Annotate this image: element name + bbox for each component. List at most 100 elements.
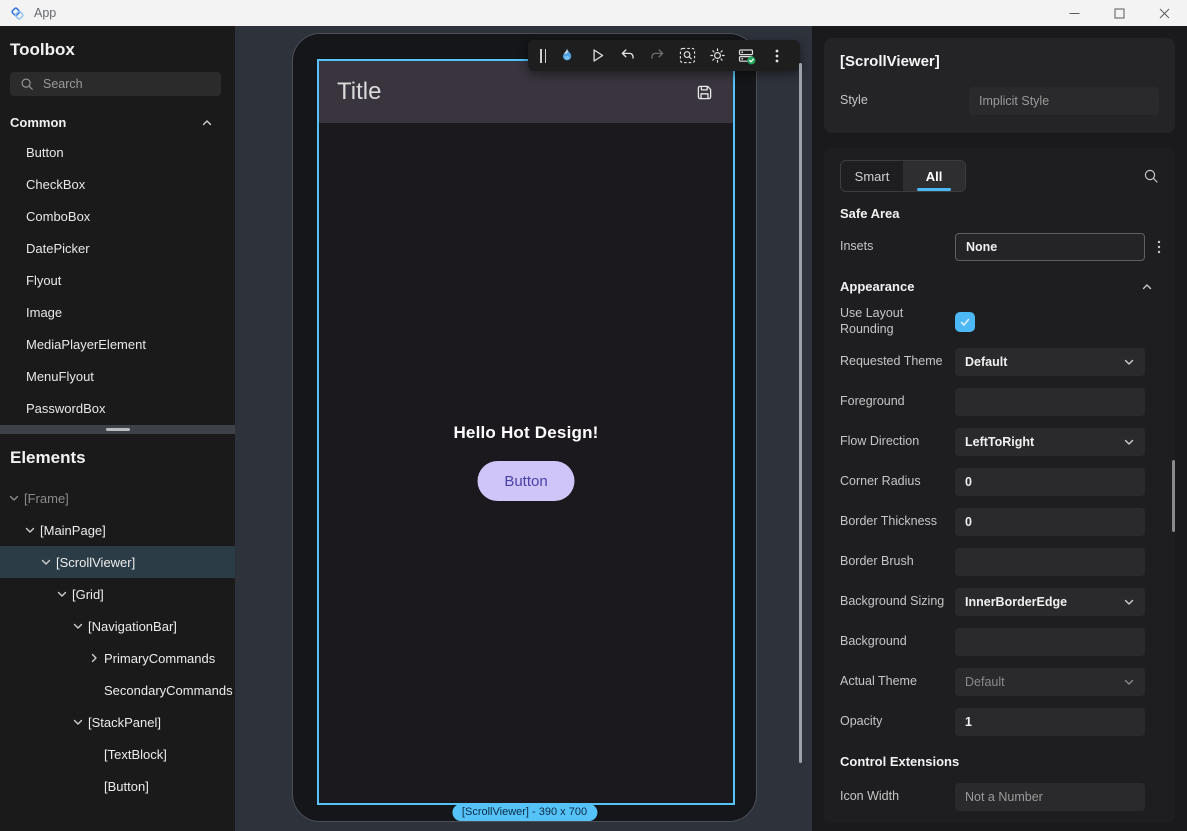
search-input[interactable] <box>43 77 193 91</box>
chevron-down-icon <box>1123 436 1135 448</box>
tab-segmented-control: Smart All <box>840 160 966 192</box>
chevron-down-icon[interactable] <box>40 556 52 568</box>
prop-row-corner-radius: Corner Radius <box>824 462 1175 502</box>
tree-item-scrollviewer-selected[interactable]: [ScrollViewer] <box>0 546 235 578</box>
use-layout-rounding-checkbox[interactable] <box>955 312 975 332</box>
tree-item-label: [StackPanel] <box>88 715 161 730</box>
undo-icon[interactable] <box>612 40 642 71</box>
tree-item-mainpage[interactable]: [MainPage] <box>0 514 235 546</box>
chevron-down-icon <box>1123 356 1135 368</box>
opacity-input[interactable] <box>955 708 1145 736</box>
prop-row-opacity: Opacity <box>824 702 1175 742</box>
tree-item-secondarycommands[interactable]: SecondaryCommands <box>0 674 235 706</box>
canvas-vertical-scrollbar[interactable] <box>799 63 802 763</box>
elements-panel: Elements [Frame] [MainPage] [ScrollViewe… <box>0 434 235 831</box>
maximize-button[interactable] <box>1097 0 1142 26</box>
chevron-down-icon[interactable] <box>8 492 20 504</box>
prop-row-foreground: Foreground <box>824 382 1175 422</box>
prop-row-clipped <box>824 817 1175 823</box>
save-icon[interactable] <box>694 82 715 103</box>
toolbox-item-button[interactable]: Button <box>0 137 235 169</box>
tree-item-textblock[interactable]: [TextBlock] <box>0 738 235 770</box>
insets-label: Insets <box>840 239 955 255</box>
toolbox-item-menuflyout[interactable]: MenuFlyout <box>0 361 235 393</box>
section-appearance[interactable]: Appearance <box>824 279 1175 294</box>
tree-item-button[interactable]: [Button] <box>0 770 235 802</box>
chevron-down-icon[interactable] <box>24 524 36 536</box>
tab-all[interactable]: All <box>903 161 965 191</box>
chevron-down-icon[interactable] <box>56 588 68 600</box>
toolbox-item-mediaplayerelement[interactable]: MediaPlayerElement <box>0 329 235 361</box>
splitter-grip <box>106 428 130 431</box>
minimize-button[interactable] <box>1052 0 1097 26</box>
tree-item-navigationbar[interactable]: [NavigationBar] <box>0 610 235 642</box>
chevron-down-icon[interactable] <box>72 716 84 728</box>
app-page-title: Title <box>337 78 694 106</box>
close-button[interactable] <box>1142 0 1187 26</box>
border-thickness-input[interactable] <box>955 508 1145 536</box>
tree-item-label: SecondaryCommands <box>104 683 233 698</box>
inspector-vertical-scrollbar[interactable] <box>1172 460 1175 532</box>
background-sizing-dropdown[interactable]: InnerBorderEdge <box>955 588 1145 616</box>
foreground-input[interactable] <box>955 388 1145 416</box>
properties-card: Smart All Safe Area Insets <box>824 148 1175 823</box>
tree-item-stackpanel[interactable]: [StackPanel] <box>0 706 235 738</box>
connection-status-icon[interactable] <box>732 40 762 71</box>
left-sidebar: Toolbox Common Button CheckBox ComboBox <box>0 26 235 831</box>
panel-splitter[interactable] <box>0 425 235 434</box>
floating-toolbar <box>528 40 800 71</box>
toolbox-panel: Toolbox Common Button CheckBox ComboBox <box>0 26 235 425</box>
insets-more-icon[interactable] <box>1151 240 1167 254</box>
inspector-header-card: [ScrollViewer] Style <box>824 38 1175 133</box>
flow-direction-label: Flow Direction <box>840 434 955 450</box>
property-search-icon[interactable] <box>1143 168 1159 184</box>
window-titlebar: App <box>0 0 1187 26</box>
requested-theme-dropdown[interactable]: Default <box>955 348 1145 376</box>
prop-row-requested-theme: Requested Theme Default <box>824 342 1175 382</box>
hot-design-flame-icon[interactable] <box>552 40 582 71</box>
toolbox-item-datepicker[interactable]: DatePicker <box>0 233 235 265</box>
redo-icon[interactable] <box>642 40 672 71</box>
chevron-up-icon <box>201 117 213 129</box>
more-options-icon[interactable] <box>762 40 792 71</box>
tree-item-frame[interactable]: [Frame] <box>0 482 235 514</box>
element-picker-icon[interactable] <box>672 40 702 71</box>
toolbox-item-flyout[interactable]: Flyout <box>0 265 235 297</box>
tree-item-label: [Button] <box>104 779 149 794</box>
tab-smart[interactable]: Smart <box>841 161 903 191</box>
border-thickness-label: Border Thickness <box>840 514 955 530</box>
toolbox-item-checkbox[interactable]: CheckBox <box>0 169 235 201</box>
toolbox-item-image[interactable]: Image <box>0 297 235 329</box>
inspector-tabs: Smart All <box>824 148 1175 202</box>
chevron-right-icon[interactable] <box>88 652 100 664</box>
prop-row-insets: Insets <box>824 227 1175 267</box>
toolbox-search[interactable] <box>10 72 221 96</box>
use-layout-rounding-label: Use Layout Rounding <box>840 306 955 337</box>
property-inspector: [ScrollViewer] Style Smart All <box>812 26 1187 831</box>
toolbox-item-combobox[interactable]: ComboBox <box>0 201 235 233</box>
background-label: Background <box>840 634 955 650</box>
chevron-down-icon[interactable] <box>72 620 84 632</box>
tree-item-grid[interactable]: [Grid] <box>0 578 235 610</box>
play-icon[interactable] <box>582 40 612 71</box>
background-input[interactable] <box>955 628 1145 656</box>
border-brush-input[interactable] <box>955 548 1145 576</box>
selected-element-title: [ScrollViewer] <box>840 53 1159 70</box>
theme-toggle-sun-icon[interactable] <box>702 40 732 71</box>
icon-width-input[interactable] <box>955 783 1145 811</box>
style-input[interactable] <box>969 87 1159 115</box>
hello-heading: Hello Hot Design! <box>319 423 733 443</box>
tree-item-primarycommands[interactable]: PrimaryCommands <box>0 642 235 674</box>
prop-row-use-layout-rounding: Use Layout Rounding <box>824 302 1175 342</box>
selected-scrollviewer-outline[interactable]: Title Hello Hot Design! Button <box>317 59 735 805</box>
design-canvas[interactable]: Title Hello Hot Design! Button [ScrollVi… <box>235 26 812 831</box>
toolbar-drag-handle-icon[interactable] <box>536 40 550 71</box>
corner-radius-input[interactable] <box>955 468 1145 496</box>
insets-input[interactable] <box>955 233 1145 261</box>
app-content-area: Hello Hot Design! Button <box>319 123 733 803</box>
demo-button[interactable]: Button <box>478 461 575 501</box>
toolbox-section-common[interactable]: Common <box>0 115 235 130</box>
tree-item-label: [Frame] <box>24 491 69 506</box>
toolbox-item-passwordbox[interactable]: PasswordBox <box>0 393 235 425</box>
flow-direction-dropdown[interactable]: LeftToRight <box>955 428 1145 456</box>
